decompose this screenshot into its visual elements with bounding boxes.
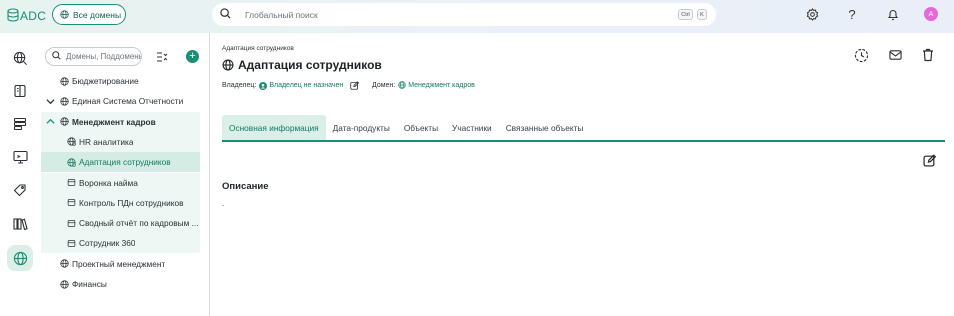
- tree-item-label: HR аналитика: [79, 136, 134, 147]
- help-icon[interactable]: ?: [845, 7, 859, 22]
- tree-item-label: Проектный менеджмент: [72, 258, 166, 269]
- globe-icon[interactable]: [7, 245, 33, 271]
- left-rail: [0, 33, 41, 316]
- domain-label: Домен:: [372, 81, 396, 89]
- all-domains-button[interactable]: Все домены: [52, 4, 126, 25]
- subdomain-globe-icon: [67, 137, 76, 147]
- tree-item-label: Бюджетирование: [72, 76, 139, 86]
- edit-description-icon[interactable]: [921, 152, 937, 168]
- tree-item-label: Контроль ПДн сотрудников: [79, 197, 184, 208]
- history-clock-icon[interactable]: [853, 47, 869, 63]
- user-circle-icon: [259, 81, 268, 90]
- tab-bar: Основная информация Дата-продукты Объекты У…: [222, 115, 945, 142]
- globe-icon: [60, 259, 69, 268]
- search-placeholder: Глобальный поиск: [245, 9, 318, 20]
- trash-icon[interactable]: [920, 47, 936, 63]
- tree-search-input[interactable]: Домены, Поддомены: [45, 47, 142, 66]
- tree-item-subdomain[interactable]: Адаптация сотрудников: [41, 152, 200, 173]
- subdomain-box-icon: [67, 178, 76, 187]
- description-heading: Описание: [222, 181, 269, 192]
- globe-icon: [398, 81, 406, 89]
- tree-item-domain[interactable]: Бюджетирование: [41, 71, 200, 91]
- tree-item-label: Сотрудник 360: [79, 238, 136, 249]
- owner-label: Владелец:: [222, 82, 257, 89]
- settings-gear-icon[interactable]: [805, 7, 819, 21]
- page-title: Адаптация сотрудников: [222, 58, 382, 72]
- logo-text: ADC: [20, 9, 47, 23]
- library-icon[interactable]: [7, 211, 33, 237]
- mail-icon[interactable]: [887, 47, 903, 63]
- tree-item-domain[interactable]: Финансы: [41, 274, 200, 294]
- tab-3[interactable]: Участники: [445, 115, 499, 140]
- tree-item-subdomain[interactable]: Контроль ПДн сотрудников: [41, 192, 200, 213]
- tree-item-label: Единая Система Отчетности: [72, 96, 184, 107]
- bell-icon[interactable]: [886, 7, 900, 21]
- tree-item-label: Сводный отчёт по кадровым ...: [79, 218, 199, 229]
- tab-2[interactable]: Объекты: [397, 115, 445, 140]
- tree-item-label: Финансы: [72, 279, 107, 289]
- globe-icon: [60, 279, 69, 289]
- subdomain-box-icon: [67, 198, 76, 207]
- tree-item-subdomain[interactable]: Сводный отчёт по кадровым ...: [41, 213, 200, 234]
- tree-item-label: Воронка найма: [79, 177, 138, 188]
- edit-owner-icon[interactable]: [350, 81, 360, 90]
- owner-value: Владелец не назначен: [269, 82, 344, 89]
- tree-item-subdomain[interactable]: Сотрудник 360: [41, 233, 200, 254]
- global-search-input[interactable]: Глобальный поиск Ctrl K: [212, 3, 716, 26]
- globe-icon: [60, 10, 69, 19]
- tab-0[interactable]: Основная информация: [222, 115, 326, 140]
- book-icon[interactable]: [7, 78, 33, 104]
- tag-icon[interactable]: [7, 177, 33, 203]
- tree-item-subdomain[interactable]: HR аналитика: [41, 131, 200, 152]
- tab-4[interactable]: Связанные объекты: [499, 115, 591, 140]
- domain-meta: Домен: Менеджмент кадров: [372, 81, 475, 89]
- globe-icon: [222, 59, 234, 71]
- subdomain-box-icon: [67, 239, 76, 248]
- domain-value: Менеджмент кадров: [408, 81, 475, 89]
- main-content: Адаптация сотрудников Адаптация сотрудни…: [211, 33, 954, 316]
- collapse-all-icon[interactable]: [155, 50, 169, 64]
- tree-item-label: Менеджмент кадров: [72, 116, 156, 127]
- tree-item-label: Адаптация сотрудников: [79, 157, 171, 168]
- tree-item-subdomain[interactable]: Воронка найма: [41, 172, 200, 193]
- user-avatar[interactable]: A: [924, 7, 938, 21]
- globe-icon: [60, 76, 69, 86]
- tree-item-domain[interactable]: Проектный менеджмент: [41, 254, 200, 274]
- database-icon: [7, 8, 19, 24]
- subdomain-globe-icon: [67, 158, 76, 167]
- domain-tree-panel: Домены, Поддомены + Бюджетирование Единая…: [41, 33, 210, 316]
- add-domain-button[interactable]: +: [186, 50, 199, 63]
- all-domains-label: Все домены: [73, 9, 122, 20]
- shortcut-key-ctrl: Ctrl: [678, 9, 693, 20]
- domain-link[interactable]: Менеджмент кадров: [398, 81, 475, 89]
- subdomain-box-icon: [67, 219, 76, 228]
- page-title-text: Адаптация сотрудников: [238, 58, 382, 72]
- data-search-icon[interactable]: [7, 45, 33, 71]
- breadcrumb[interactable]: Адаптация сотрудников: [222, 45, 294, 52]
- app-logo[interactable]: ADC: [7, 8, 46, 24]
- search-icon: [220, 8, 231, 21]
- globe-icon: [60, 97, 69, 106]
- monitor-icon[interactable]: [7, 144, 33, 170]
- owner-meta: Владелец: Владелец не назначен: [222, 81, 360, 90]
- tree-item-domain[interactable]: Менеджмент кадров: [41, 111, 200, 132]
- search-icon: [52, 51, 61, 62]
- owner-link[interactable]: Владелец не назначен: [259, 81, 344, 90]
- tab-1[interactable]: Дата-продукты: [326, 115, 397, 140]
- chevron-down-icon[interactable]: [46, 98, 59, 105]
- top-bar: ADC Все домены Глобальный поиск Ctrl K ?…: [0, 0, 954, 33]
- tree-item-domain[interactable]: Единая Система Отчетности: [41, 91, 200, 111]
- tree-search-placeholder: Домены, Поддомены: [66, 52, 141, 61]
- catalog-icon[interactable]: [7, 111, 33, 137]
- chevron-up-icon[interactable]: [46, 118, 59, 125]
- globe-icon: [60, 117, 69, 126]
- description-text: .: [222, 199, 225, 208]
- shortcut-key-k: K: [697, 9, 707, 20]
